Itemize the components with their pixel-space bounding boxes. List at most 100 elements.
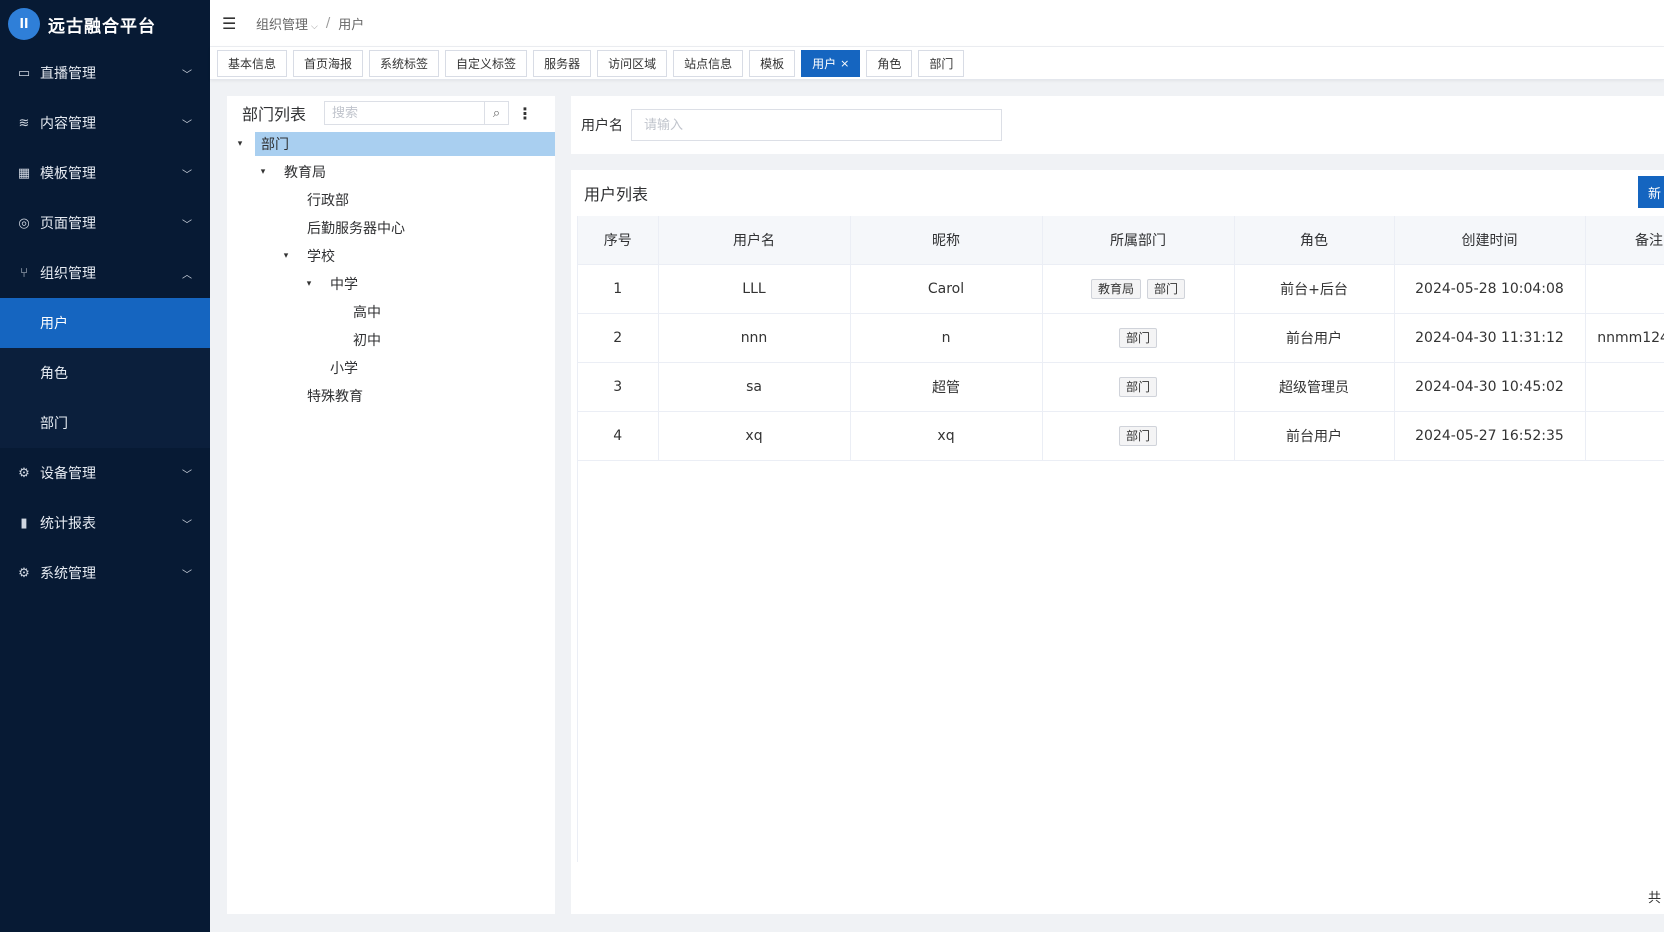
sidebar-subitem-2[interactable]: 部门 bbox=[0, 398, 210, 448]
sidebar-item-label: 设备管理 bbox=[40, 466, 96, 482]
dept-panel: 部门列表 ⌕ ⋮ ▾ 部门 ▾ 教育局行政部后勤服务器中心 ▾ 学校 ▾ 中学高中初中小学特殊… bbox=[227, 96, 555, 914]
sidebar-menu: ▭ 直播管理 ﹀ ≋ 内容管理 ﹀ ▦ 模板管理 ﹀ ◎ 页面管理 ﹀ ⑂ 组织管理 ︿ 用户 角色 部门 ⚙ 设备管… bbox=[0, 48, 210, 598]
dept-tag: 部门 bbox=[1147, 278, 1186, 299]
tree-node[interactable]: 特殊教育 bbox=[227, 382, 555, 410]
sidebar-submenu: 用户 角色 部门 bbox=[0, 298, 210, 448]
cell-depts: 部门 bbox=[1042, 411, 1235, 461]
table-row[interactable]: 4 xq xq 部门 前台用户 2024-05-27 16:52:35 bbox=[578, 411, 1664, 461]
sidebar: ll 远古融合平台 ▭ 直播管理 ﹀ ≋ 内容管理 ﹀ ▦ 模板管理 ﹀ ◎ 页面管理 ﹀ ⑂ 组织管理 ︿… bbox=[0, 0, 210, 932]
caret-down-icon[interactable]: ▾ bbox=[257, 167, 269, 177]
cell-nickname: n bbox=[850, 313, 1043, 363]
close-icon[interactable]: × bbox=[840, 57, 849, 70]
cell-depts: 部门 bbox=[1042, 313, 1235, 363]
tree-node[interactable]: ▾ 教育局 bbox=[227, 158, 555, 186]
table-row[interactable]: 1 LLL Carol 教育局 部门 前台+后台 2024-05-28 10:04:08 bbox=[578, 264, 1664, 314]
tree-node[interactable]: 高中 bbox=[227, 298, 555, 326]
caret-down-icon[interactable]: ▾ bbox=[234, 139, 246, 149]
page-icon: ◎ bbox=[18, 215, 30, 231]
menu-fold-icon[interactable]: ☰ bbox=[222, 14, 240, 33]
tab-10[interactable]: 部门 bbox=[918, 49, 965, 77]
tab-0[interactable]: 基本信息 bbox=[217, 49, 288, 77]
sidebar-item-5[interactable]: ⚙ 设备管理 ﹀ bbox=[0, 448, 210, 498]
tab-label: 用户 bbox=[812, 56, 837, 71]
table-row[interactable]: 2nnnn部门前台用户2024-04-30 11:31:12nnmm12454@ bbox=[578, 313, 1664, 363]
tree-node-label: 高中 bbox=[353, 305, 381, 321]
sidebar-item-label: 系统管理 bbox=[40, 566, 96, 582]
table-row[interactable]: 3 sa 超管 部门 超级管理员 2024-04-30 10:45:02 bbox=[578, 362, 1664, 412]
search-form: 用户名 bbox=[571, 96, 1664, 154]
bar-chart-icon: ▮ bbox=[20, 515, 28, 531]
tree-node[interactable]: ▾ 学校 bbox=[227, 242, 555, 270]
column-header: 序号 bbox=[578, 216, 659, 265]
chevron-down-icon: ﹀ bbox=[182, 169, 192, 181]
caret-down-icon[interactable]: ▾ bbox=[303, 279, 315, 289]
cell-role: 前台+后台 bbox=[1234, 264, 1395, 314]
tab-7[interactable]: 模板 bbox=[749, 49, 796, 77]
breadcrumb-parent[interactable]: 组织管理 ⌵ bbox=[256, 14, 318, 33]
sidebar-item-0[interactable]: ▭ 直播管理 ﹀ bbox=[0, 48, 210, 98]
tree-node-content: 部门 bbox=[255, 132, 555, 156]
cell-depts: 教育局 部门 bbox=[1042, 264, 1235, 314]
caret-down-icon[interactable]: ▾ bbox=[280, 251, 292, 261]
tab-9[interactable]: 角色 bbox=[866, 49, 913, 77]
tab-label: 模板 bbox=[760, 56, 785, 71]
tree-node-label: 小学 bbox=[330, 361, 358, 377]
dept-search-input[interactable] bbox=[325, 102, 485, 124]
tab-6[interactable]: 站点信息 bbox=[673, 49, 744, 77]
cell-role: 前台用户 bbox=[1234, 313, 1395, 363]
breadcrumb-separator: / bbox=[325, 15, 331, 31]
sidebar-item-7[interactable]: ⚙ 系统管理 ﹀ bbox=[0, 548, 210, 598]
tree-node[interactable]: 初中 bbox=[227, 326, 555, 354]
tree-node[interactable]: 小学 bbox=[227, 354, 555, 382]
tree-node[interactable]: ▾ 部门 bbox=[227, 130, 555, 158]
tree-node-content: 后勤服务器中心 bbox=[301, 216, 555, 240]
tree-node-content: 教育局 bbox=[278, 160, 555, 184]
tab-label: 角色 bbox=[877, 56, 902, 71]
cell-remark bbox=[1585, 362, 1664, 412]
tab-8[interactable]: 用户 × bbox=[801, 49, 861, 77]
user-table: 序号 用户名 昵称 所属部门 角色 创建时间 备注 1 LLL Carol 教育局 部门 前台+后台 2… bbox=[578, 216, 1664, 461]
sidebar-item-label: 组织管理 bbox=[40, 266, 96, 282]
tab-label: 部门 bbox=[929, 56, 954, 71]
tab-5[interactable]: 访问区域 bbox=[597, 49, 668, 77]
user-list-card: 用户列表 新 序号 用户名 昵称 所属部门 角色 创建时间 备注 1 LLL Carol 教育局部… bbox=[571, 170, 1664, 914]
chevron-down-icon: ﹀ bbox=[182, 569, 192, 581]
tab-2[interactable]: 系统标签 bbox=[369, 49, 440, 77]
sidebar-item-1[interactable]: ≋ 内容管理 ﹀ bbox=[0, 98, 210, 148]
cell-remark: nnmm12454@ bbox=[1585, 313, 1664, 363]
username-search-input[interactable] bbox=[631, 109, 1002, 141]
sidebar-subitem-0[interactable]: 用户 bbox=[0, 298, 210, 348]
sidebar-item-label: 直播管理 bbox=[40, 66, 96, 82]
monitor-icon: ▭ bbox=[17, 65, 31, 81]
sidebar-item-label: 模板管理 bbox=[40, 166, 96, 182]
more-vertical-icon[interactable]: ⋮ bbox=[517, 104, 533, 123]
tree-node-content: 中学 bbox=[324, 272, 555, 296]
column-header: 创建时间 bbox=[1394, 216, 1586, 265]
column-header: 备注 bbox=[1585, 216, 1664, 265]
cell-index: 4 bbox=[578, 411, 659, 461]
cell-index: 3 bbox=[578, 362, 659, 412]
sidebar-item-label: 页面管理 bbox=[40, 216, 96, 232]
column-header: 用户名 bbox=[658, 216, 851, 265]
sidebar-item-label: 内容管理 bbox=[40, 116, 96, 132]
tree-node[interactable]: 后勤服务器中心 bbox=[227, 214, 555, 242]
chevron-down-icon: ﹀ bbox=[182, 119, 192, 131]
sidebar-item-3[interactable]: ◎ 页面管理 ﹀ bbox=[0, 198, 210, 248]
new-user-button[interactable]: 新 bbox=[1638, 176, 1664, 208]
tab-4[interactable]: 服务器 bbox=[533, 49, 592, 77]
tree-node[interactable]: 行政部 bbox=[227, 186, 555, 214]
org-icon: ⑂ bbox=[20, 265, 28, 281]
gear-icon: ⚙ bbox=[18, 465, 30, 481]
tree-node[interactable]: ▾ 中学 bbox=[227, 270, 555, 298]
logo[interactable]: ll 远古融合平台 bbox=[0, 0, 210, 48]
tab-label: 站点信息 bbox=[684, 56, 733, 71]
sidebar-item-2[interactable]: ▦ 模板管理 ﹀ bbox=[0, 148, 210, 198]
tab-1[interactable]: 首页海报 bbox=[293, 49, 364, 77]
tab-3[interactable]: 自定义标签 bbox=[445, 49, 528, 77]
sidebar-item-6[interactable]: ▮ 统计报表 ﹀ bbox=[0, 498, 210, 548]
sidebar-item-4[interactable]: ⑂ 组织管理 ︿ bbox=[0, 248, 210, 298]
sidebar-subitem-1[interactable]: 角色 bbox=[0, 348, 210, 398]
user-table-wrapper: 序号 用户名 昵称 所属部门 角色 创建时间 备注 1 LLL Carol 教育局 部门 前台+后台 2… bbox=[577, 216, 1664, 862]
search-icon[interactable]: ⌕ bbox=[484, 102, 508, 124]
tree-node-label: 初中 bbox=[353, 333, 381, 349]
